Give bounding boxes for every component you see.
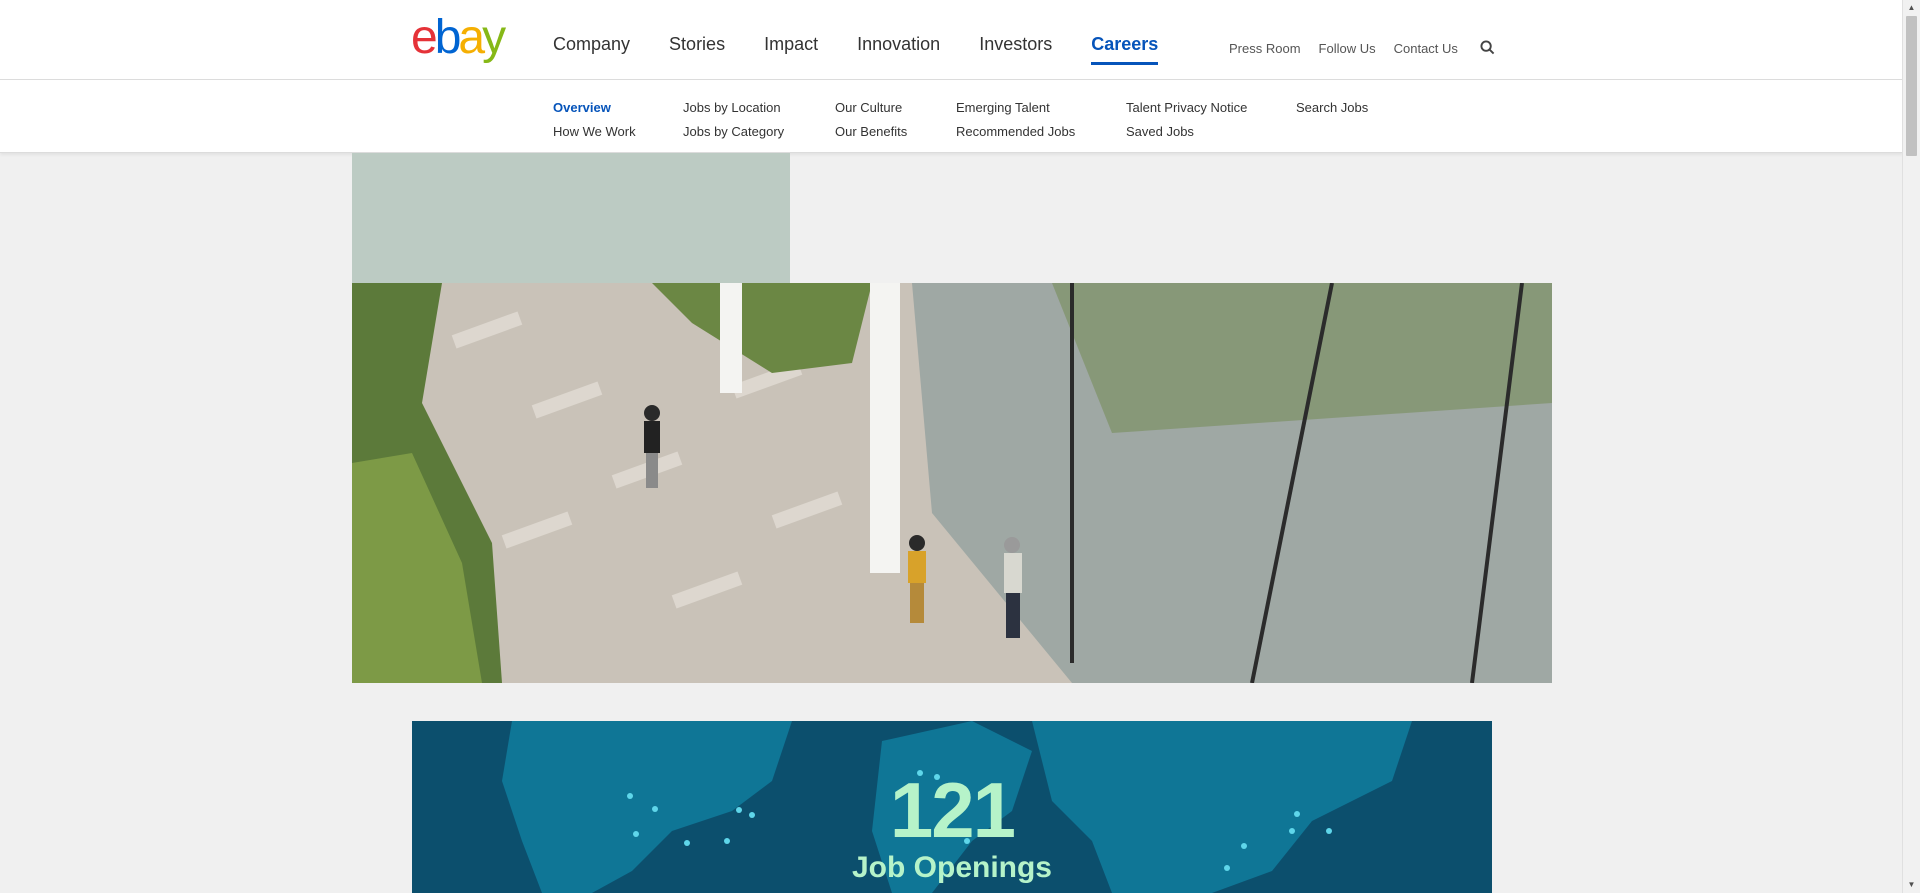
subnav-our-culture[interactable]: Our Culture bbox=[835, 96, 907, 120]
subnav-emerging-talent[interactable]: Emerging Talent bbox=[956, 96, 1075, 120]
subnav-saved-jobs[interactable]: Saved Jobs bbox=[1126, 120, 1247, 144]
nav-careers[interactable]: Careers bbox=[1091, 34, 1159, 65]
nav-impact[interactable]: Impact bbox=[764, 34, 818, 65]
subnav-column: Talent Privacy Notice Saved Jobs bbox=[1126, 96, 1247, 144]
subnav-column: Search Jobs bbox=[1296, 96, 1368, 120]
subnav-recommended-jobs[interactable]: Recommended Jobs bbox=[956, 120, 1075, 144]
subnav-search-jobs[interactable]: Search Jobs bbox=[1296, 96, 1368, 120]
utility-nav: Press Room Follow Us Contact Us bbox=[1229, 40, 1496, 56]
logo-letter-b: b bbox=[434, 11, 462, 64]
subnav-overview[interactable]: Overview bbox=[553, 96, 636, 120]
subnav-column: Our Culture Our Benefits bbox=[835, 96, 907, 144]
hero-photo bbox=[352, 283, 1552, 683]
decorative-color-block bbox=[352, 153, 790, 283]
search-icon[interactable] bbox=[1480, 40, 1496, 56]
top-header: ebay Company Stories Impact Innovation I… bbox=[0, 0, 1903, 80]
logo-letter-e: e bbox=[411, 11, 438, 64]
press-room-link[interactable]: Press Room bbox=[1229, 41, 1301, 56]
page-scrollbar[interactable]: ▲ ▼ bbox=[1902, 0, 1920, 893]
careers-subnav: Overview How We Work Jobs by Location Jo… bbox=[0, 80, 1903, 153]
nav-investors[interactable]: Investors bbox=[979, 34, 1052, 65]
subnav-jobs-by-category[interactable]: Jobs by Category bbox=[683, 120, 784, 144]
ebay-logo[interactable]: ebay bbox=[411, 11, 506, 64]
scrollbar-thumb[interactable] bbox=[1906, 16, 1917, 156]
job-openings-label: Job Openings bbox=[851, 851, 1052, 884]
main-nav: Company Stories Impact Innovation Invest… bbox=[553, 34, 1197, 65]
nav-stories[interactable]: Stories bbox=[669, 34, 725, 65]
logo-letter-a: a bbox=[458, 11, 485, 64]
subnav-column: Jobs by Location Jobs by Category bbox=[683, 96, 784, 144]
logo-letter-y: y bbox=[482, 11, 506, 64]
nav-company[interactable]: Company bbox=[553, 34, 630, 65]
scroll-down-arrow-icon[interactable]: ▼ bbox=[1903, 877, 1920, 893]
hero-illustration bbox=[352, 283, 1552, 683]
job-openings-banner[interactable]: 121 Job Openings bbox=[412, 721, 1492, 893]
subnav-column: Emerging Talent Recommended Jobs bbox=[956, 96, 1075, 144]
subnav-how-we-work[interactable]: How We Work bbox=[553, 120, 636, 144]
scroll-up-arrow-icon[interactable]: ▲ bbox=[1903, 0, 1920, 16]
subnav-column: Overview How We Work bbox=[553, 96, 636, 144]
subnav-our-benefits[interactable]: Our Benefits bbox=[835, 120, 907, 144]
contact-us-link[interactable]: Contact Us bbox=[1394, 41, 1458, 56]
subnav-jobs-by-location[interactable]: Jobs by Location bbox=[683, 96, 784, 120]
follow-us-link[interactable]: Follow Us bbox=[1319, 41, 1376, 56]
nav-innovation[interactable]: Innovation bbox=[857, 34, 940, 65]
job-openings-count: 121 bbox=[889, 766, 1016, 854]
subnav-talent-privacy-notice[interactable]: Talent Privacy Notice bbox=[1126, 96, 1247, 120]
